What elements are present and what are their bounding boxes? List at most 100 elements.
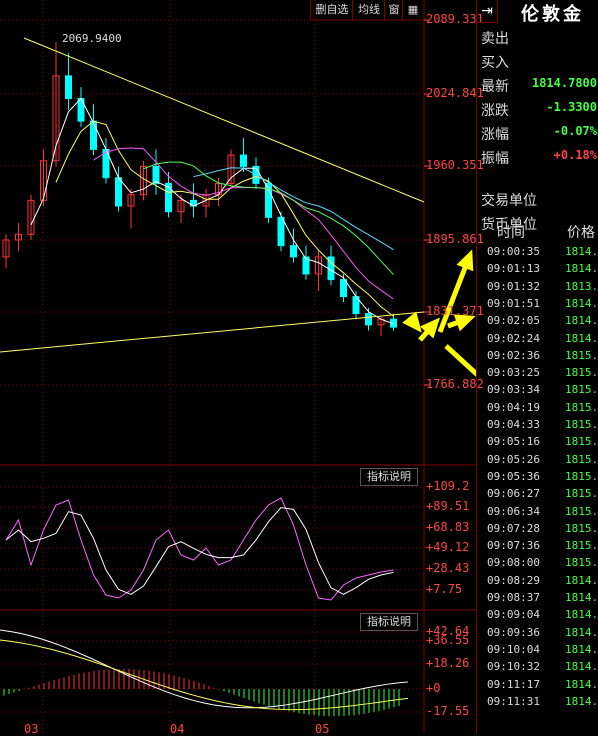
tick-price: 1814.0 <box>565 314 598 328</box>
annotation-arrowhead <box>402 311 422 333</box>
quote-value: 1814.7800 <box>531 76 597 90</box>
tick-time: 09:11:17 <box>487 677 540 691</box>
quote-label: 卖出 <box>481 31 509 47</box>
quote-row: 涨幅 -0.07% <box>481 124 598 148</box>
quote-row: 振幅 +0.18% <box>481 148 598 172</box>
quote-value: -0.07% <box>553 124 597 138</box>
tick-price: 1815.5 <box>565 348 598 362</box>
tick-price: 1815.0 <box>565 556 598 570</box>
osc2-label: +0 <box>426 681 441 695</box>
tick-price: 1815.3 <box>565 469 598 483</box>
time-column-header: 时间 <box>497 225 525 241</box>
quote-row: 涨跌 -1.3300 <box>481 100 598 124</box>
tick-time: 09:11:31 <box>487 694 540 708</box>
quote-row: 卖出 <box>481 28 598 52</box>
osc2-label: +36.55 <box>426 633 470 647</box>
tick-time: 09:02:36 <box>487 348 540 362</box>
tick-time: 09:03:34 <box>487 383 540 397</box>
tick-price: 1815.4 <box>565 400 598 414</box>
candle-body <box>340 279 347 298</box>
quote-value: -1.3300 <box>546 100 597 114</box>
expand-arrow-icon[interactable]: ⇥ <box>477 0 498 23</box>
indicator-help-button[interactable]: 指标说明 <box>360 468 418 486</box>
osc1-k-line <box>5 497 394 601</box>
quote-label: 买入 <box>481 55 509 71</box>
remove-watchlist-button[interactable]: 删自选 <box>310 0 353 20</box>
trendline-lower <box>0 311 425 353</box>
tick-time: 09:06:27 <box>487 487 540 501</box>
tick-price: 1814.9 <box>565 573 598 587</box>
tick-price: 1815.6 <box>565 487 598 501</box>
tick-time: 09:07:28 <box>487 521 540 535</box>
quote-row: 买入 <box>481 52 598 76</box>
quote-label: 振幅 <box>481 151 509 167</box>
tick-time: 09:07:36 <box>487 539 540 553</box>
quote-label: 交易单位 <box>481 193 537 209</box>
instrument-title: 伦敦金 <box>521 4 584 25</box>
tick-price: 1814.9 <box>565 245 598 258</box>
osc2-label: +18.26 <box>426 656 470 670</box>
candle-body <box>240 154 247 167</box>
annotation-arrow <box>444 344 476 377</box>
tick-price: 1814.7 <box>565 591 598 604</box>
tick-time: 09:02:05 <box>487 314 540 328</box>
tick-price: 1814.3 <box>565 677 598 691</box>
osc1-label: +109.2 <box>426 479 470 493</box>
tick-time: 09:05:16 <box>487 435 540 449</box>
tick-time: 09:08:29 <box>487 573 540 587</box>
tick-time: 09:02:24 <box>487 331 540 345</box>
tick-time: 09:04:19 <box>487 400 540 414</box>
indicator-help-button-2[interactable]: 指标说明 <box>360 613 418 631</box>
tick-price: 1815.6 <box>565 539 598 553</box>
quote-label: 最新 <box>481 79 509 95</box>
date-label: 05 <box>315 722 330 736</box>
tick-time: 09:08:00 <box>487 556 540 570</box>
tick-price: 1815.2 <box>565 452 598 466</box>
candle-body <box>152 165 160 184</box>
osc2-label: -17.55 <box>426 704 470 718</box>
candle-body <box>90 120 97 150</box>
annotation-arrowhead <box>456 249 474 272</box>
tick-time: 09:09:36 <box>487 625 540 639</box>
macd-dea-line <box>0 639 409 711</box>
tick-time: 09:08:37 <box>487 591 540 604</box>
quote-row: 交易单位 <box>481 190 598 214</box>
candle-body <box>115 177 122 207</box>
tick-price: 1815.2 <box>565 521 598 535</box>
tick-price: 1815.3 <box>565 435 598 449</box>
ma5-line <box>30 97 394 325</box>
tick-time: 09:01:51 <box>487 296 540 310</box>
tick-price: 1814.0 <box>565 296 598 310</box>
candle-body <box>277 216 285 247</box>
grid-icon[interactable]: ▦ <box>402 0 423 20</box>
tick-price: 1814.3 <box>565 694 598 708</box>
osc1-label: +89.51 <box>426 499 470 513</box>
tick-time: 09:05:26 <box>487 452 540 466</box>
tick-time: 09:09:04 <box>487 608 540 622</box>
quote-label: 涨跌 <box>481 103 509 119</box>
tick-time: 09:01:32 <box>487 279 540 293</box>
osc1-label: +68.83 <box>426 520 470 534</box>
tick-time: 09:04:33 <box>487 418 540 431</box>
quote-label: 涨幅 <box>481 127 509 143</box>
tick-time: 09:03:25 <box>487 366 540 380</box>
tick-price: 1815.6 <box>565 383 598 397</box>
tick-price: 1814.9 <box>565 262 598 276</box>
tick-price: 1815.9 <box>565 366 598 380</box>
candle-body <box>65 75 72 99</box>
moving-average-button[interactable]: 均线 <box>352 0 385 20</box>
osc1-d-line <box>5 507 394 595</box>
tick-time: 09:06:34 <box>487 504 540 518</box>
osc1-label: +7.75 <box>426 582 463 596</box>
high-annotation: 2069.9400 <box>62 32 122 45</box>
tick-price: 1815.4 <box>565 504 598 518</box>
candle-body <box>290 245 297 258</box>
date-label: 03 <box>24 722 39 736</box>
window-button[interactable]: 窗 <box>384 0 403 20</box>
tick-time: 09:01:13 <box>487 262 540 276</box>
osc1-label: +49.12 <box>426 540 470 554</box>
tick-price: 1814.5 <box>565 331 598 345</box>
tick-time: 09:10:04 <box>487 642 540 656</box>
tick-price: 1814.5 <box>565 660 598 674</box>
tick-price: 1814.8 <box>565 642 598 656</box>
